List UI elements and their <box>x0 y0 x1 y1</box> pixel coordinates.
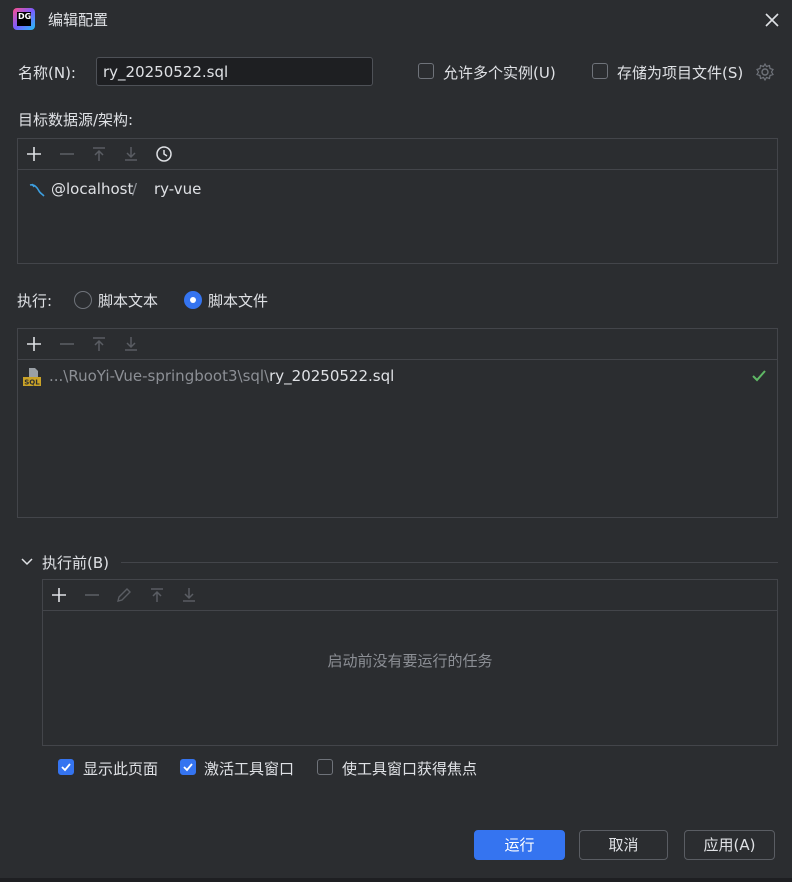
file-path-prefix: ...\RuoYi-Vue-springboot3\sql\ <box>49 367 270 385</box>
activate-tool-window-label[interactable]: 激活工具窗口 <box>204 758 294 779</box>
script-text-label[interactable]: 脚本文本 <box>98 290 158 311</box>
file-name: ry_20250522.sql <box>269 367 395 385</box>
move-down-icon[interactable] <box>122 335 140 353</box>
target-datasource-label: 目标数据源/架构: <box>18 111 134 129</box>
run-button[interactable]: 运行 <box>474 830 565 860</box>
store-as-project-label[interactable]: 存储为项目文件(S) <box>617 62 743 83</box>
datasource-name[interactable]: @localhost <box>51 180 133 198</box>
chevron-down-icon[interactable] <box>20 555 34 573</box>
script-file-label[interactable]: 脚本文件 <box>208 290 268 311</box>
history-icon[interactable] <box>155 145 173 163</box>
remove-icon[interactable] <box>83 586 101 604</box>
focus-tool-window-checkbox[interactable] <box>317 759 333 775</box>
add-icon[interactable] <box>50 586 68 604</box>
add-icon[interactable] <box>25 335 43 353</box>
file-toolbar <box>18 329 777 360</box>
move-up-icon[interactable] <box>90 145 108 163</box>
bottom-edge <box>0 878 792 882</box>
allow-multiple-checkbox[interactable] <box>418 63 434 79</box>
before-launch-panel: 启动前没有要运行的任务 <box>42 579 778 746</box>
script-file-radio[interactable] <box>184 291 202 309</box>
schema-name[interactable]: ry-vue <box>154 180 201 198</box>
gear-icon[interactable] <box>755 62 775 86</box>
name-label: 名称(N): <box>18 64 76 82</box>
close-icon[interactable] <box>762 10 782 30</box>
activate-tool-window-checkbox[interactable] <box>180 759 196 775</box>
show-page-label[interactable]: 显示此页面 <box>83 758 158 779</box>
store-as-project-checkbox[interactable] <box>592 63 608 79</box>
name-input[interactable] <box>96 57 373 86</box>
target-toolbar <box>18 139 777 170</box>
move-up-icon[interactable] <box>90 335 108 353</box>
check-icon <box>750 367 768 389</box>
empty-tasks-message: 启动前没有要运行的任务 <box>327 652 493 670</box>
before-launch-toolbar <box>43 580 777 611</box>
script-text-radio[interactable] <box>74 291 92 309</box>
show-page-checkbox[interactable] <box>58 759 74 775</box>
dialog-title: 编辑配置 <box>48 11 109 29</box>
allow-multiple-label[interactable]: 允许多个实例(U) <box>443 62 556 83</box>
sql-icon-label: SQL <box>24 379 40 387</box>
mysql-icon <box>28 181 46 203</box>
schema-separator: / <box>132 180 138 198</box>
move-down-icon[interactable] <box>180 586 198 604</box>
focus-tool-window-label[interactable]: 使工具窗口获得焦点 <box>342 758 477 779</box>
move-up-icon[interactable] <box>148 586 166 604</box>
add-icon[interactable] <box>25 145 43 163</box>
target-datasource-panel: @localhost / ry-vue <box>17 138 778 264</box>
remove-icon[interactable] <box>58 335 76 353</box>
apply-button[interactable]: 应用(A) <box>684 830 775 860</box>
sql-file-icon: SQL <box>22 367 42 387</box>
cancel-button[interactable]: 取消 <box>579 830 668 860</box>
remove-icon[interactable] <box>58 145 76 163</box>
app-logo-icon: DG <box>13 8 35 30</box>
move-down-icon[interactable] <box>122 145 140 163</box>
script-file-path[interactable]: ...\RuoYi-Vue-springboot3\sql\ry_2025052… <box>49 367 394 385</box>
script-file-panel: SQL ...\RuoYi-Vue-springboot3\sql\ry_202… <box>17 328 778 518</box>
section-divider <box>121 562 778 563</box>
before-launch-label[interactable]: 执行前(B) <box>42 552 109 573</box>
edit-icon[interactable] <box>115 586 133 604</box>
execute-label: 执行: <box>17 292 53 310</box>
title-bar: DG 编辑配置 <box>0 0 792 38</box>
